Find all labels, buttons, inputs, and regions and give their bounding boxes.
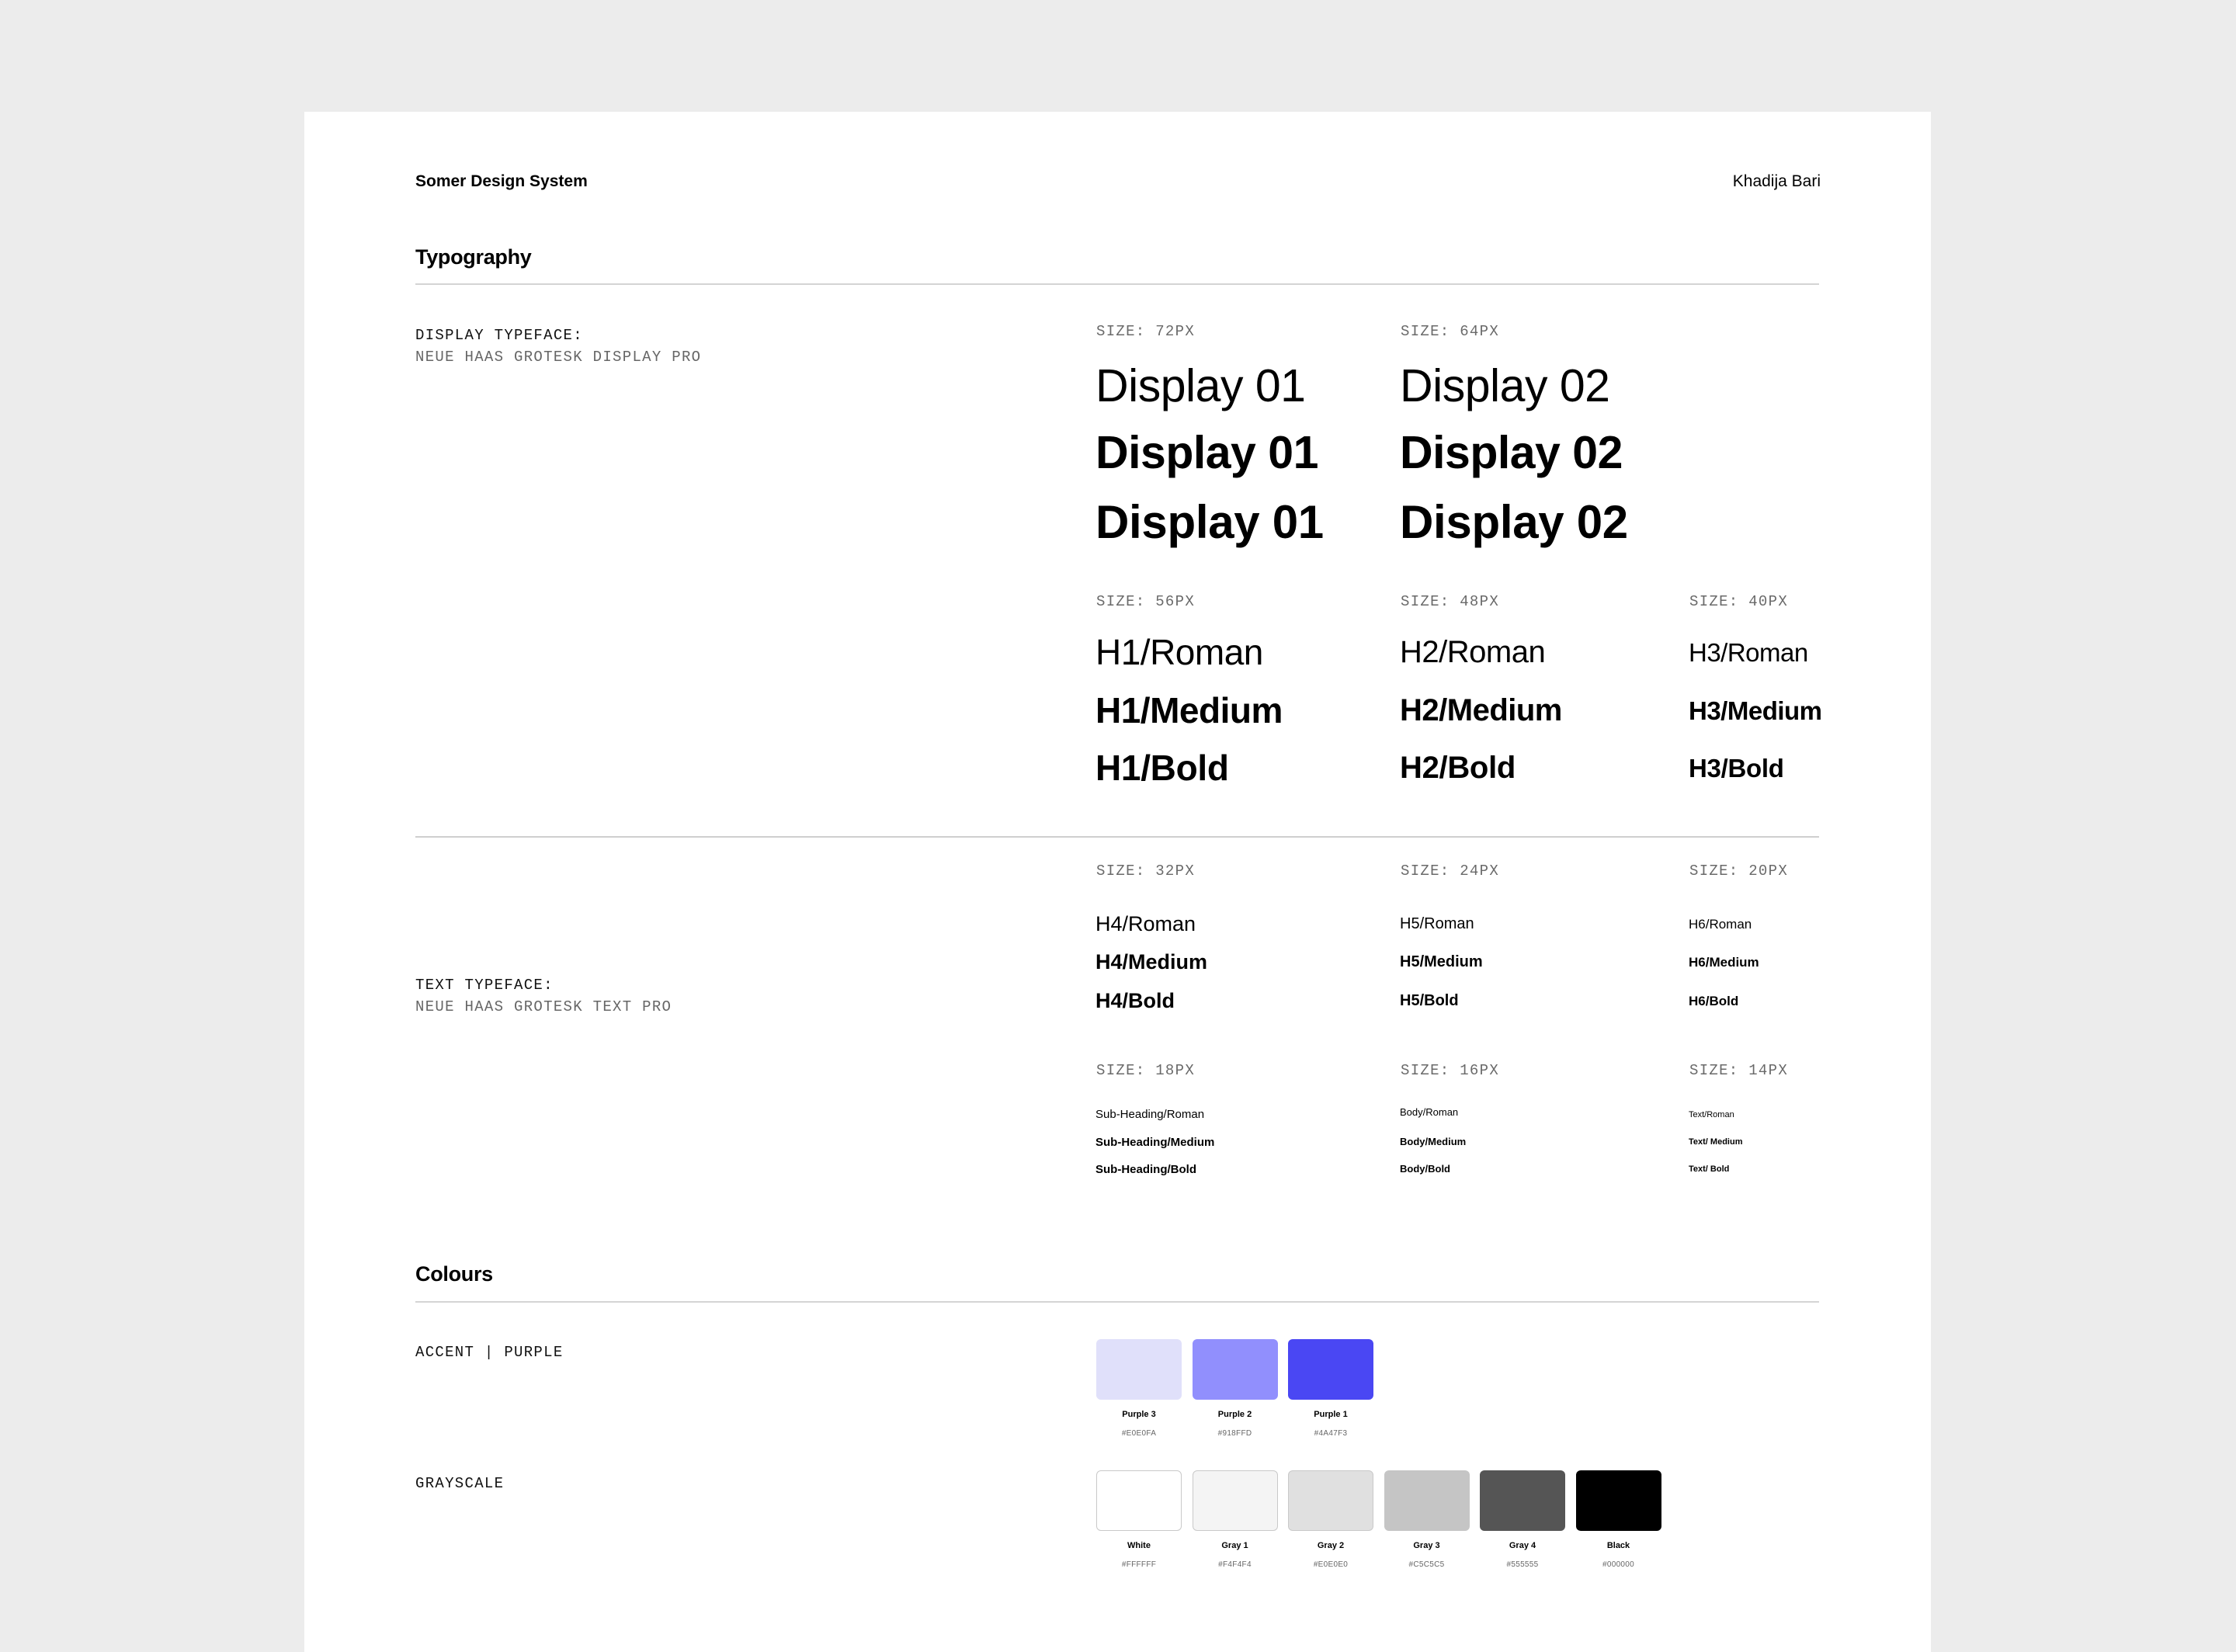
h6-size: SIZE: 20PX [1689,862,1789,880]
swatch-hex: #4A47F3 [1314,1429,1348,1438]
colours-title: Colours [415,1262,493,1286]
text-typeface-heading: TEXT TYPEFACE: [415,977,554,994]
h4-size: SIZE: 32PX [1096,862,1196,880]
swatch-name: Purple 1 [1314,1410,1348,1419]
display-02-bold: Display 02 [1400,496,1628,548]
swatch-hex: #555555 [1506,1560,1539,1569]
display-typeface-heading: DISPLAY TYPEFACE: [415,327,583,344]
text-typeface-name: NEUE HAAS GROTESK TEXT PRO [415,998,672,1015]
display-01-medium: Display 01 [1095,427,1318,478]
h3-medium: H3/Medium [1689,696,1822,725]
swatch-name: Gray 4 [1509,1541,1536,1550]
display-02-size: SIZE: 64PX [1401,323,1500,340]
h5-bold: H5/Bold [1400,992,1459,1009]
display-typeface-label: DISPLAY TYPEFACE: NEUE HAAS GROTESK DISP… [415,324,701,368]
h3-size: SIZE: 40PX [1689,593,1789,610]
display-01-bold: Display 01 [1095,496,1324,548]
sub-heading-bold: Sub-Heading/Bold [1095,1163,1196,1176]
text-size: SIZE: 14PX [1689,1062,1789,1079]
swatch-hex: #918FFD [1217,1429,1252,1438]
typography-title: Typography [415,245,532,269]
design-system-name: Somer Design System [415,172,588,190]
h3-bold: H3/Bold [1689,754,1784,783]
swatch-gray-1 [1192,1470,1278,1531]
h4-medium: H4/Medium [1095,950,1208,974]
text-roman: Text/Roman [1689,1110,1734,1119]
swatch-name: Gray 3 [1413,1541,1440,1550]
grayscale-label: GRAYSCALE [415,1475,505,1492]
swatch-hex: #000000 [1602,1560,1635,1569]
typography-divider [415,283,1819,285]
swatch-hex: #E0E0E0 [1313,1560,1349,1569]
swatch-black [1575,1470,1661,1531]
style-sheet: Somer Design System Khadija Bari Typogra… [304,112,1931,1652]
swatch-gray-4 [1480,1470,1565,1531]
text-medium: Text/ Medium [1689,1137,1743,1147]
display-typeface-name: NEUE HAAS GROTESK DISPLAY PRO [415,349,702,366]
swatch-name: Purple 3 [1122,1410,1156,1419]
display-02-roman: Display 02 [1400,360,1610,411]
h1-bold: H1/Bold [1095,748,1229,788]
h2-roman: H2/Roman [1400,635,1546,669]
accent-purple-label: ACCENT | PURPLE [415,1344,564,1361]
swatch-hex: #F4F4F4 [1218,1560,1252,1569]
text-bold: Text/ Bold [1689,1164,1730,1174]
sub-heading-roman: Sub-Heading/Roman [1095,1108,1205,1121]
body-bold: Body/Bold [1400,1163,1450,1175]
h4-bold: H4/Bold [1095,989,1175,1012]
swatch-name: Gray 2 [1317,1541,1345,1550]
body-size: SIZE: 16PX [1401,1062,1500,1079]
text-typeface-label: TEXT TYPEFACE: NEUE HAAS GROTESK TEXT PR… [415,974,672,1018]
h3-roman: H3/Roman [1689,638,1808,667]
swatch-purple-3 [1096,1339,1182,1400]
h6-roman: H6/Roman [1689,917,1752,932]
h5-size: SIZE: 24PX [1401,862,1500,880]
body-roman: Body/Roman [1400,1106,1459,1118]
swatch-hex: #C5C5C5 [1408,1560,1445,1569]
sub-heading-medium: Sub-Heading/Medium [1095,1136,1215,1149]
swatch-white [1096,1470,1182,1531]
swatch-name: Purple 2 [1217,1410,1252,1419]
swatch-gray-3 [1384,1470,1470,1531]
swatch-name: Black [1606,1541,1630,1550]
h5-medium: H5/Medium [1400,953,1483,970]
h6-medium: H6/Medium [1689,955,1759,970]
text-typeface-divider [415,836,1819,838]
display-01-size: SIZE: 72PX [1096,323,1196,340]
body-medium: Body/Medium [1400,1136,1467,1147]
sub-heading-size: SIZE: 18PX [1096,1062,1196,1079]
h1-roman: H1/Roman [1095,632,1263,672]
h2-size: SIZE: 48PX [1401,593,1500,610]
display-02-medium: Display 02 [1400,427,1623,478]
h5-roman: H5/Roman [1400,915,1474,932]
display-01-roman: Display 01 [1095,360,1306,411]
author-name: Khadija Bari [1732,172,1821,190]
h1-medium: H1/Medium [1095,690,1283,731]
swatch-hex: #FFFFFF [1121,1560,1157,1569]
swatch-gray-2 [1288,1470,1373,1531]
h2-bold: H2/Bold [1400,751,1516,785]
swatch-purple-1 [1288,1339,1373,1400]
colours-divider [415,1301,1819,1303]
h2-medium: H2/Medium [1400,693,1562,727]
swatch-name: Gray 1 [1221,1541,1248,1550]
h6-bold: H6/Bold [1689,994,1739,1008]
swatch-name: White [1127,1541,1151,1550]
h4-roman: H4/Roman [1095,912,1196,935]
swatch-purple-2 [1192,1339,1278,1400]
swatch-hex: #E0E0FA [1121,1429,1157,1438]
h1-size: SIZE: 56PX [1096,593,1196,610]
